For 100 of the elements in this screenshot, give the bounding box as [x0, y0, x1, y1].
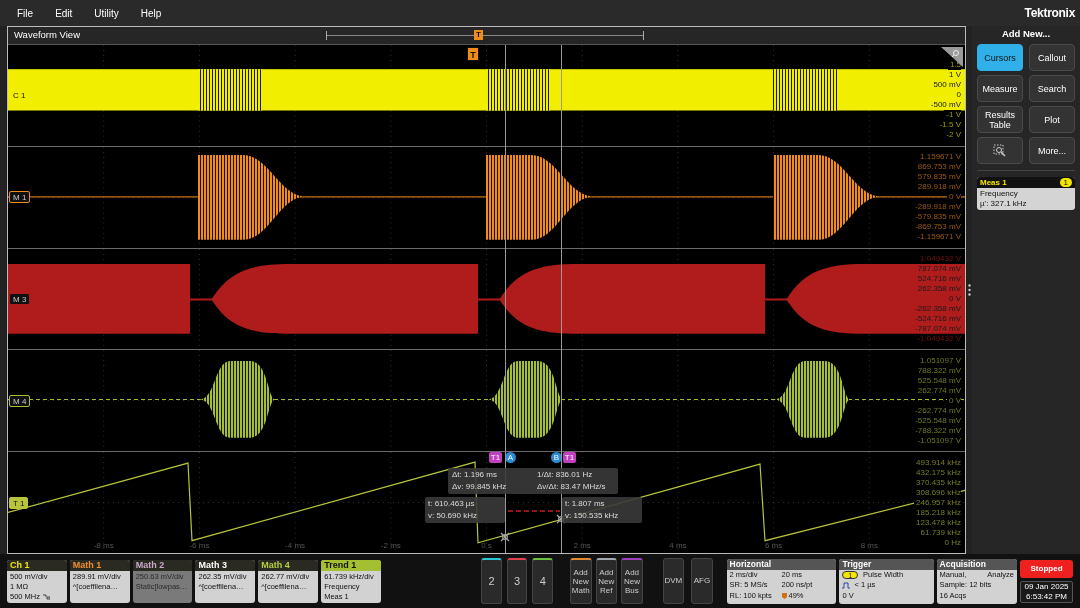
axis-label: -1.049432 V [915, 334, 961, 344]
add-button[interactable]: Add New Bus [621, 558, 643, 604]
time-label: 4 ms [669, 540, 687, 552]
cursor-point-icon [500, 532, 510, 543]
axis-label: 262.774 mV [915, 385, 961, 396]
axis-label: 432.175 kHz [914, 467, 961, 478]
time-label: -4 ms [285, 540, 306, 552]
axis-label: 61.739 kHz [918, 527, 961, 538]
axis-label: 787.074 mV [916, 264, 961, 274]
menu-item[interactable]: Utility [94, 5, 119, 21]
zoom-corner-icon[interactable] [941, 47, 963, 67]
date-text: 09 Jan 2025 [1024, 581, 1069, 592]
axis-label: 500 mV [932, 80, 961, 91]
measurement-title: Meas 1 [980, 177, 1007, 189]
axis-label: 185.218 kHz [914, 507, 961, 518]
cursor-readout: v: 150.535 kHz [565, 510, 620, 523]
source-tag[interactable]: T1 [563, 452, 576, 464]
window-title: Waveform View [14, 28, 80, 43]
overview-marker: T [474, 30, 483, 40]
time-label: -8 ms [93, 540, 114, 552]
axis-label: -787.074 mV [914, 324, 961, 334]
pulse-icon [842, 581, 851, 589]
cursor-line[interactable] [561, 45, 562, 553]
measurement-badge[interactable]: Meas 1 1 Frequency µ': 327.1 kHz [977, 177, 1075, 211]
axis-label: 370.435 kHz [914, 477, 961, 488]
menu-item[interactable]: File [17, 5, 34, 21]
date-time-display[interactable]: 09 Jan 2025 6:53:42 PM [1020, 580, 1073, 603]
axis-label: -1.051097 V [915, 435, 961, 446]
cursor-readout: 1/Δt: 836.01 Hz [537, 469, 594, 482]
panel-button[interactable]: Callout [1029, 44, 1075, 72]
axis-label: 308.696 kHz [914, 487, 961, 498]
panel-button[interactable]: Plot [1029, 106, 1075, 134]
channel-title: Math 3 [198, 559, 227, 571]
panel-button[interactable]: Results Table [977, 106, 1023, 134]
trace-tag[interactable]: M 1 [9, 191, 31, 204]
cursor-readout: Δt: 1.196 ms [452, 469, 498, 482]
channel-title: Math 1 [72, 559, 102, 571]
zoom-button[interactable] [977, 137, 1023, 165]
marker-icon [781, 592, 787, 599]
cursor-readout: Δv/Δt: 83.47 MHz/s [537, 481, 607, 494]
time-label: -2 ms [380, 540, 401, 552]
cursor-line[interactable] [505, 45, 506, 553]
axis-label: 788.322 mV [915, 365, 961, 376]
zoom-area-icon [993, 143, 1007, 158]
axis-label: 525.548 mV [915, 375, 961, 386]
axis-label: 123.478 kHz [914, 517, 961, 528]
panel-title: Trigger [839, 558, 934, 570]
panel-button[interactable]: Cursors [977, 44, 1023, 72]
run-stop-button[interactable]: Stopped [1020, 559, 1073, 578]
trace-tag[interactable]: M 4 [9, 394, 31, 407]
axis-label: 524.716 mV [916, 274, 961, 284]
axis-label: -524.716 mV [914, 314, 961, 324]
axis-label: 0 V [947, 395, 961, 406]
panel-heading: Add New... [1000, 27, 1052, 41]
panel-button[interactable]: Measure [977, 75, 1023, 103]
panel-title: Acquisition [936, 558, 1017, 570]
channel-button[interactable]: 4 [532, 558, 554, 604]
cursor-readout: v: 50.690 kHz [428, 510, 478, 523]
add-button[interactable]: Add New Ref [595, 558, 618, 604]
cursor-readout: t: 610.463 µs [428, 498, 476, 511]
source-badge: 1 [1059, 178, 1072, 188]
axis-label: 0 [955, 90, 961, 101]
tool-button[interactable]: DVM [662, 558, 685, 604]
axis-label: -262.358 mV [914, 304, 961, 314]
menu-item[interactable]: Help [140, 5, 162, 21]
time-label: 6 ms [764, 540, 783, 552]
channel-button[interactable]: 2 [481, 558, 502, 604]
axis-label: 262.358 mV [916, 284, 961, 294]
trace-tag[interactable]: T 1 [9, 496, 29, 509]
measurement-name: Frequency [980, 189, 1019, 200]
time-label: -6 ms [189, 540, 210, 552]
time-label: 8 ms [860, 540, 878, 552]
tool-button[interactable]: AFG [691, 558, 713, 604]
channel-title: Ch 1 [10, 559, 30, 571]
brand-logo: Tektronix [1024, 5, 1075, 22]
axis-label: 246.957 kHz [914, 497, 961, 508]
channel-button[interactable]: 3 [506, 558, 528, 604]
add-button[interactable]: Add New Math [569, 558, 592, 604]
source-tag[interactable]: T1 [489, 452, 502, 464]
axis-label: 1 V [948, 70, 961, 81]
panel-button[interactable]: More... [1029, 137, 1075, 165]
menu-item[interactable]: Edit [55, 5, 73, 21]
cursor-readout: t: 1.807 ms [565, 498, 606, 511]
measurement-value: µ': 327.1 kHz [980, 199, 1028, 210]
cursor-readout: Δv: 99.845 kHz [452, 481, 508, 494]
bandwidth-icon [43, 593, 50, 600]
trigger-marker[interactable]: T [467, 47, 479, 61]
panel-button[interactable]: Search [1029, 75, 1075, 103]
axis-label: 1.051097 V [918, 355, 961, 366]
axis-label: 493.914 kHz [914, 457, 961, 468]
overview-bar[interactable]: T [326, 31, 644, 40]
axis-label: 1.049432 V [918, 254, 961, 264]
time-label: 2 ms [573, 540, 591, 552]
axis-label: -262.774 mV [913, 405, 961, 416]
drag-handle-icon[interactable] [967, 284, 971, 296]
axis-label: 0 Hz [942, 537, 961, 548]
channel-title: Trend 1 [324, 559, 357, 571]
channel-title: Math 4 [261, 559, 290, 571]
axis-label: -525.548 mV [913, 415, 961, 426]
axis-label: -788.322 mV [913, 425, 961, 436]
